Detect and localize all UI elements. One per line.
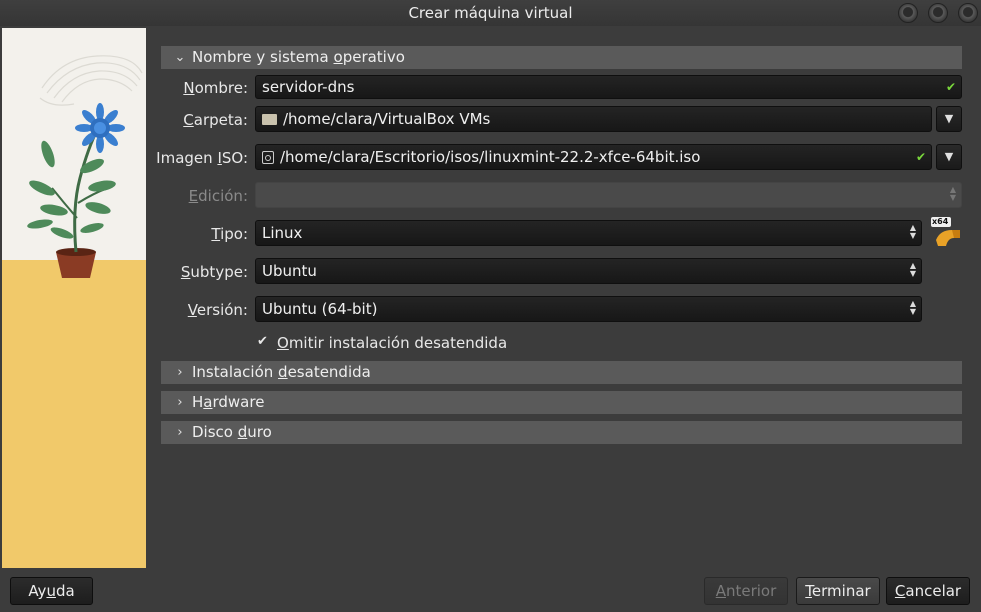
section-hardware[interactable]: › Hardware <box>161 391 962 414</box>
close-button[interactable] <box>958 3 978 23</box>
subtype-label: Subtype: <box>180 263 248 281</box>
finish-button[interactable]: Terminar <box>796 577 880 605</box>
chevron-right-icon: › <box>177 365 183 380</box>
updown-arrows-icon: ▲ ▼ <box>949 185 956 202</box>
arch-badge: x64 <box>932 217 949 226</box>
type-value: Linux <box>262 224 303 242</box>
type-select[interactable]: Linux ▲ ▼ <box>255 220 922 246</box>
edition-select: ▲ ▼ <box>255 182 962 208</box>
cancel-button[interactable]: Cancelar <box>886 577 970 605</box>
iso-combobox[interactable]: /home/clara/Escritorio/isos/linuxmint-22… <box>255 144 932 170</box>
iso-label: Imagen ISO: <box>156 149 248 167</box>
help-button[interactable]: Ayuda <box>10 577 93 605</box>
section-name-and-os[interactable]: ⌄ Nombre y sistema operativo <box>161 46 962 69</box>
triangle-down-icon: ▼ <box>944 112 954 125</box>
skip-unattended-checkbox[interactable]: ✔ <box>257 335 271 349</box>
back-button[interactable]: Anterior <box>704 577 788 605</box>
triangle-down-icon: ▼ <box>944 150 954 163</box>
folder-value: /home/clara/VirtualBox VMs <box>283 110 491 128</box>
maximize-button[interactable] <box>928 3 948 23</box>
folder-dropdown-button[interactable]: ▼ <box>936 106 962 132</box>
section-label: Hardware <box>192 393 265 411</box>
window-titlebar: Crear máquina virtual <box>0 0 981 26</box>
iso-value-wrap: /home/clara/Escritorio/isos/linuxmint-22… <box>262 145 700 169</box>
window-title: Crear máquina virtual <box>408 4 573 22</box>
subtype-select[interactable]: Ubuntu ▲ ▼ <box>255 258 922 284</box>
plant-illustration <box>2 28 146 568</box>
wizard-illustration <box>2 28 146 568</box>
iso-dropdown-button[interactable]: ▼ <box>936 144 962 170</box>
valid-check-icon: ✔ <box>915 150 926 164</box>
skip-unattended-label[interactable]: Omitir instalación desatendida <box>277 333 507 353</box>
version-label: Versión: <box>187 301 248 319</box>
valid-check-icon: ✔ <box>945 80 956 94</box>
chevron-right-icon: › <box>177 395 183 410</box>
chevron-down-icon: ⌄ <box>174 50 186 65</box>
wizard-content: ⌄ Nombre y sistema operativo Nombre: ser… <box>146 28 981 568</box>
updown-arrows-icon: ▲ ▼ <box>909 223 916 240</box>
section-hard-disk[interactable]: › Disco duro <box>161 421 962 444</box>
folder-label: Carpeta: <box>183 111 248 129</box>
section-label: Nombre y sistema operativo <box>192 48 405 66</box>
subtype-value: Ubuntu <box>262 262 317 280</box>
optical-disc-icon <box>262 151 274 164</box>
iso-value: /home/clara/Escritorio/isos/linuxmint-22… <box>280 148 701 166</box>
updown-arrows-icon: ▲ ▼ <box>909 299 916 316</box>
name-input[interactable]: servidor-dns ✔ <box>255 75 962 99</box>
name-label: Nombre: <box>183 79 248 97</box>
os-type-icon: x64 <box>930 216 964 250</box>
name-value: servidor-dns <box>262 78 355 96</box>
edition-label: Edición: <box>188 187 248 205</box>
section-label: Instalación desatendida <box>192 363 371 381</box>
chevron-right-icon: › <box>177 425 183 440</box>
version-value: Ubuntu (64-bit) <box>262 300 378 318</box>
folder-icon <box>262 114 277 125</box>
updown-arrows-icon: ▲ ▼ <box>909 261 916 278</box>
type-label: Tipo: <box>211 225 248 243</box>
section-unattended-install[interactable]: › Instalación desatendida <box>161 361 962 384</box>
minimize-button[interactable] <box>898 3 918 23</box>
folder-value-wrap: /home/clara/VirtualBox VMs <box>262 107 490 131</box>
version-select[interactable]: Ubuntu (64-bit) ▲ ▼ <box>255 296 922 322</box>
section-label: Disco duro <box>192 423 272 441</box>
folder-combobox[interactable]: /home/clara/VirtualBox VMs <box>255 106 932 132</box>
